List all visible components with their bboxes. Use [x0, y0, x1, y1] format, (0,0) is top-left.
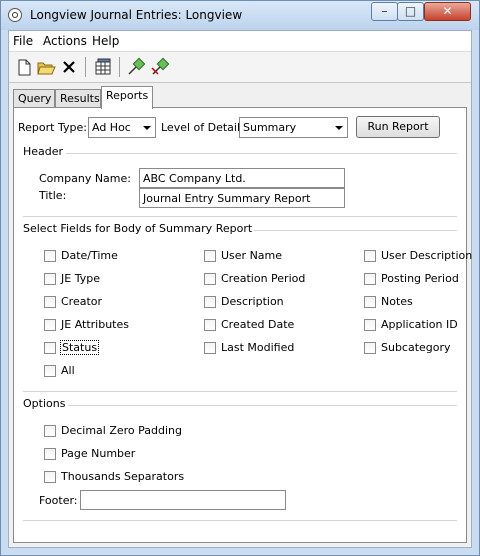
checkbox-label: Notes — [381, 295, 413, 308]
menu-actions[interactable]: Actions — [43, 34, 87, 48]
checkbox-user-description[interactable] — [364, 250, 376, 262]
checkbox-label: JE Type — [61, 272, 100, 285]
checkbox-label: JE Attributes — [61, 318, 129, 331]
checkbox-created-date[interactable] — [204, 319, 216, 331]
checkbox-page-number[interactable] — [44, 448, 56, 460]
divider — [23, 520, 457, 521]
options-section-title: Options — [23, 397, 66, 410]
menu-file[interactable]: File — [13, 34, 33, 48]
delete-icon[interactable] — [58, 56, 80, 78]
checkbox-date-time[interactable] — [44, 250, 56, 262]
checkbox-status[interactable] — [44, 342, 56, 354]
menu-bar: File Actions Help — [9, 31, 471, 52]
open-folder-icon[interactable] — [35, 56, 57, 78]
checkbox-last-modified[interactable] — [204, 342, 216, 354]
footer-field[interactable] — [80, 490, 286, 510]
footer-label: Footer: — [39, 494, 78, 507]
reports-panel: Report Type: Ad Hoc Level of Detail: Sum… — [13, 107, 472, 543]
company-name-label: Company Name: — [39, 172, 131, 185]
checkbox-notes[interactable] — [364, 296, 376, 308]
checkbox-posting-period[interactable] — [364, 273, 376, 285]
checkbox-je-attributes[interactable] — [44, 319, 56, 331]
checkbox-description[interactable] — [204, 296, 216, 308]
divider — [23, 216, 457, 217]
checkbox-user-name[interactable] — [204, 250, 216, 262]
checkbox-label: User Name — [221, 249, 283, 262]
divider — [23, 391, 457, 392]
checkbox-label: User Description — [381, 249, 473, 262]
checkbox-label: Subcategory — [381, 341, 451, 354]
company-name-field[interactable]: ABC Company Ltd. — [139, 168, 345, 188]
run-report-button[interactable]: Run Report — [356, 116, 440, 138]
pin-icon[interactable] — [125, 56, 147, 78]
checkbox-subcategory[interactable] — [364, 342, 376, 354]
report-title-field[interactable]: Journal Entry Summary Report — [139, 188, 345, 208]
checkbox-label: Creation Period — [221, 272, 306, 285]
checkbox-label: Application ID — [381, 318, 458, 331]
tab-results[interactable]: Results — [55, 89, 101, 108]
close-button[interactable]: ✕ — [424, 2, 471, 21]
tab-query[interactable]: Query — [13, 89, 55, 108]
app-icon[interactable] — [8, 8, 22, 22]
divider — [66, 153, 457, 154]
new-document-icon[interactable] — [13, 56, 35, 78]
checkbox-application-id[interactable] — [364, 319, 376, 331]
checkbox-label: Status — [60, 340, 100, 355]
header-section-title: Header — [23, 145, 64, 158]
divider — [254, 230, 457, 231]
unpin-icon[interactable] — [149, 56, 171, 78]
title-bar[interactable]: Longview Journal Entries: Longview – □ ✕ — [1, 1, 479, 30]
checkbox-je-type[interactable] — [44, 273, 56, 285]
title-label: Title: — [39, 189, 67, 202]
fields-section-title: Select Fields for Body of Summary Report — [23, 222, 253, 235]
checkbox-label: Last Modified — [221, 341, 295, 354]
checkbox-creator[interactable] — [44, 296, 56, 308]
menu-help[interactable]: Help — [92, 34, 119, 48]
grid-icon[interactable] — [92, 56, 114, 78]
checkbox-label: Decimal Zero Padding — [61, 424, 183, 437]
chevron-down-icon — [143, 126, 151, 130]
checkbox-label: Created Date — [221, 318, 295, 331]
checkbox-label: Posting Period — [381, 272, 459, 285]
toolbar-separator — [85, 57, 86, 77]
checkbox-all[interactable] — [44, 365, 56, 377]
checkbox-label: Page Number — [61, 447, 136, 460]
checkbox-decimal-zero-padding[interactable] — [44, 425, 56, 437]
toolbar — [9, 52, 471, 83]
minimize-button[interactable]: – — [371, 2, 398, 21]
window-title: Longview Journal Entries: Longview — [30, 8, 243, 22]
checkbox-label: All — [61, 364, 75, 377]
checkbox-label: Thousands Separators — [61, 470, 185, 483]
level-of-detail-label: Level of Detail: — [161, 121, 244, 134]
report-type-label: Report Type: — [18, 121, 87, 134]
maximize-button[interactable]: □ — [397, 2, 424, 21]
tab-reports[interactable]: Reports — [101, 86, 153, 109]
checkbox-label: Creator — [61, 295, 103, 308]
toolbar-separator — [119, 57, 120, 77]
report-type-select[interactable]: Ad Hoc — [88, 117, 156, 138]
checkbox-creation-period[interactable] — [204, 273, 216, 285]
app-window: Longview Journal Entries: Longview – □ ✕… — [0, 0, 480, 556]
client-area: File Actions Help Query Results Reports … — [8, 30, 472, 548]
chevron-down-icon — [335, 126, 343, 130]
checkbox-thousands-separators[interactable] — [44, 471, 56, 483]
checkbox-label: Description — [221, 295, 284, 308]
divider — [68, 405, 457, 406]
checkbox-label: Date/Time — [61, 249, 118, 262]
level-of-detail-select[interactable]: Summary — [239, 117, 348, 138]
